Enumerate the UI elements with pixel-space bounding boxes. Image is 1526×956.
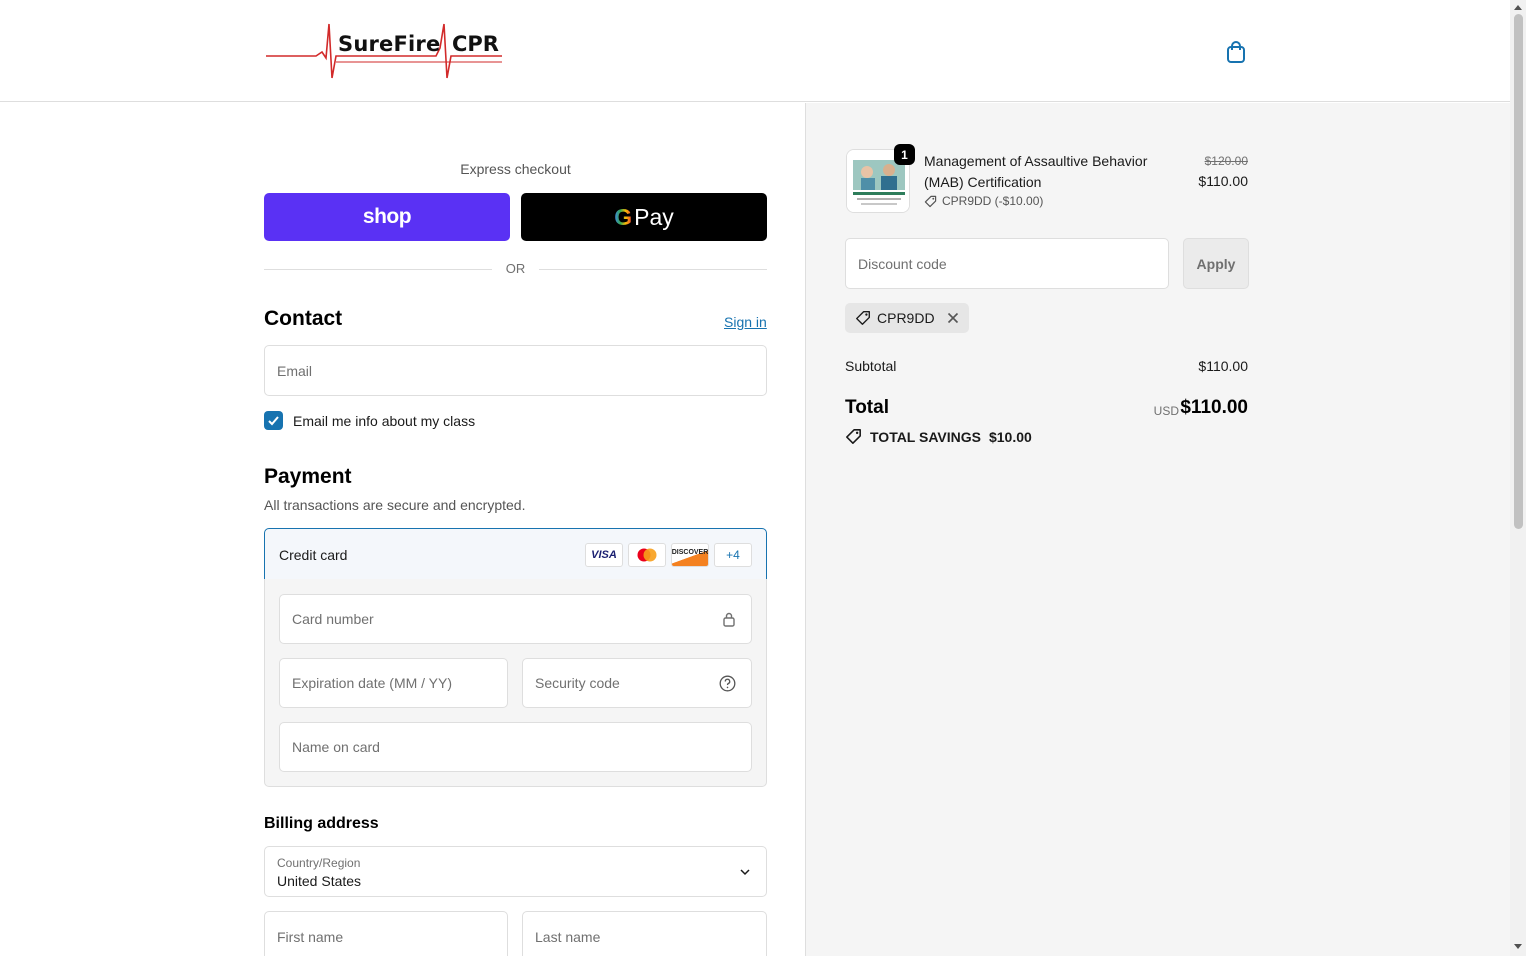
name-on-card-field[interactable]: Name on card bbox=[279, 722, 752, 772]
email-opt-in-checkbox[interactable] bbox=[264, 411, 283, 430]
discover-text: DISCOVER bbox=[671, 548, 709, 556]
contact-title: Contact bbox=[264, 307, 343, 330]
checkmark-icon bbox=[268, 416, 279, 426]
more-cards-badge[interactable]: +4 bbox=[714, 543, 752, 567]
country-region-value: United States bbox=[277, 873, 362, 889]
shop-pay-label: shop bbox=[362, 205, 412, 228]
logo-wordmark-cpr: CPR bbox=[452, 32, 499, 56]
tag-icon bbox=[856, 311, 870, 325]
billing-address-title: Billing address bbox=[264, 815, 379, 832]
total-savings-label: TOTAL SAVINGS bbox=[870, 428, 981, 445]
header: SureFire CPR bbox=[0, 0, 1510, 102]
product-discount: CPR9DD (-$10.00) bbox=[924, 194, 1043, 208]
close-icon bbox=[947, 312, 958, 324]
chevron-down-icon bbox=[740, 869, 750, 876]
subtotal-label: Subtotal bbox=[845, 358, 897, 374]
discount-code-field[interactable]: Discount code bbox=[845, 238, 1169, 289]
product-price: $110.00 bbox=[1198, 173, 1248, 189]
shop-pay-button[interactable]: shop bbox=[264, 193, 510, 241]
subtotal-value: $110.00 bbox=[1198, 358, 1248, 374]
total-value: $110.00 bbox=[1180, 397, 1248, 418]
visa-icon: VISA bbox=[585, 543, 623, 567]
or-divider: OR bbox=[264, 261, 767, 277]
product-discount-text: CPR9DD (-$10.00) bbox=[942, 194, 1044, 208]
quantity-badge: 1 bbox=[894, 144, 915, 165]
expiration-placeholder: Expiration date (MM / YY) bbox=[292, 675, 453, 691]
page-scrollbar[interactable] bbox=[1510, 0, 1526, 956]
checkout-form: Express checkout shop G Pay OR Contact S… bbox=[0, 103, 805, 956]
sign-in-link[interactable]: Sign in bbox=[724, 314, 767, 330]
credit-card-label: Credit card bbox=[279, 547, 348, 563]
scroll-up-arrow[interactable] bbox=[1514, 5, 1522, 10]
first-name-placeholder: First name bbox=[277, 928, 344, 945]
google-g-icon: G bbox=[614, 203, 633, 230]
email-field[interactable]: Email bbox=[264, 345, 767, 396]
email-opt-in-label[interactable]: Email me info about my class bbox=[293, 413, 475, 429]
country-region-select[interactable]: Country/Region United States bbox=[264, 846, 767, 897]
security-code-placeholder: Security code bbox=[535, 675, 620, 691]
payment-subtitle: All transactions are secure and encrypte… bbox=[264, 497, 526, 513]
last-name-field[interactable]: Last name bbox=[522, 911, 767, 956]
credit-card-fields: Card number Expiration date (MM / YY) Se… bbox=[264, 579, 767, 787]
apply-discount-button[interactable]: Apply bbox=[1183, 238, 1249, 289]
card-number-field[interactable]: Card number bbox=[279, 594, 752, 644]
applied-discount-chip: CPR9DD bbox=[845, 303, 969, 333]
order-summary: 1 Management of Assaultive Behavior (MAB… bbox=[805, 103, 1510, 956]
help-question-icon[interactable] bbox=[719, 675, 736, 692]
total-savings-value: $10.00 bbox=[988, 428, 1032, 445]
surefire-cpr-logo[interactable]: SureFire CPR bbox=[266, 18, 508, 82]
total-savings: TOTAL SAVINGS $10.00 bbox=[845, 428, 1032, 445]
tag-icon bbox=[846, 429, 861, 444]
security-code-field[interactable]: Security code bbox=[522, 658, 752, 708]
last-name-placeholder: Last name bbox=[535, 928, 601, 945]
total-label: Total bbox=[845, 397, 889, 418]
express-checkout-title: Express checkout bbox=[460, 161, 571, 177]
mastercard-icon bbox=[628, 543, 666, 567]
email-placeholder: Email bbox=[277, 362, 313, 379]
product-name: Management of Assaultive Behavior (MAB) … bbox=[924, 153, 1148, 190]
name-on-card-placeholder: Name on card bbox=[292, 739, 380, 755]
scroll-down-arrow[interactable] bbox=[1514, 944, 1522, 949]
mastercard-circles bbox=[637, 548, 657, 562]
total-currency: USD bbox=[1153, 404, 1179, 418]
payment-title: Payment bbox=[264, 465, 352, 488]
divider-line-right bbox=[539, 269, 767, 270]
shopping-bag-icon bbox=[1227, 41, 1245, 63]
visa-text: VISA bbox=[591, 549, 617, 561]
scroll-thumb[interactable] bbox=[1514, 14, 1523, 529]
google-pay-label: Pay bbox=[634, 203, 674, 230]
lock-icon bbox=[723, 612, 735, 627]
country-region-label: Country/Region bbox=[277, 856, 361, 870]
google-pay-button[interactable]: G Pay bbox=[521, 193, 767, 241]
product-original-price: $120.00 bbox=[1204, 154, 1248, 168]
discover-icon: DISCOVER bbox=[671, 543, 709, 567]
logo-wordmark: SureFire bbox=[338, 32, 441, 56]
tag-icon bbox=[924, 195, 937, 207]
credit-card-option[interactable]: Credit card VISA DISCOVER +4 bbox=[264, 528, 767, 580]
card-brands: VISA DISCOVER +4 bbox=[585, 543, 752, 567]
first-name-field[interactable]: First name bbox=[264, 911, 508, 956]
remove-discount-button[interactable] bbox=[947, 312, 959, 324]
cart-button[interactable] bbox=[1222, 38, 1250, 66]
discount-code-placeholder: Discount code bbox=[858, 255, 947, 272]
applied-discount-code: CPR9DD bbox=[877, 310, 935, 326]
more-cards-text: +4 bbox=[726, 548, 740, 562]
card-number-placeholder: Card number bbox=[292, 611, 374, 627]
expiration-date-field[interactable]: Expiration date (MM / YY) bbox=[279, 658, 508, 708]
